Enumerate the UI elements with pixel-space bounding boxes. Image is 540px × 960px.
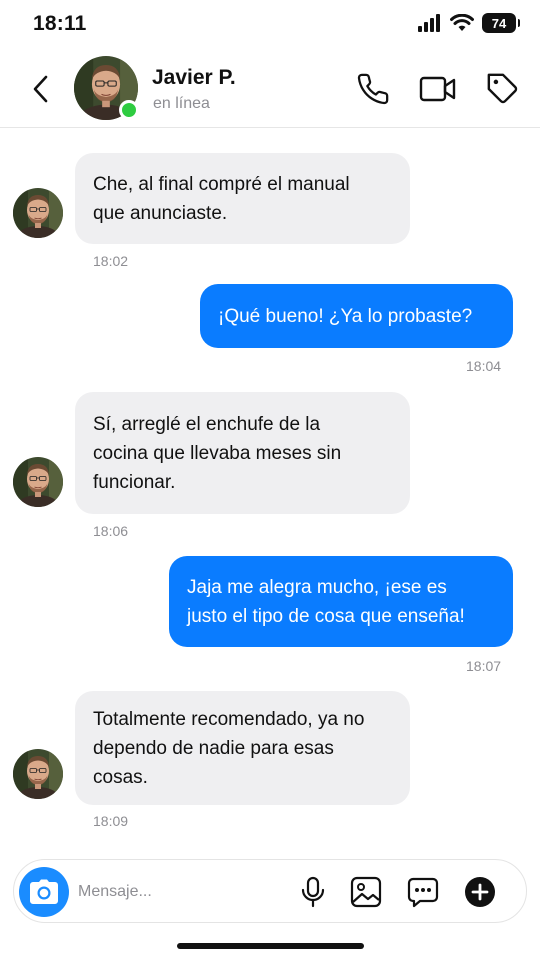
contact-name[interactable]: Javier P. bbox=[152, 66, 236, 90]
chat-bubble-icon bbox=[407, 877, 439, 908]
signal-icon bbox=[418, 14, 440, 32]
message-list[interactable]: Che, al final compré el manual que anunc… bbox=[0, 129, 540, 849]
camera-button[interactable] bbox=[19, 867, 69, 917]
more-options-button[interactable] bbox=[462, 874, 498, 910]
message-bubble-outgoing[interactable]: ¡Qué bueno! ¿Ya lo probaste? bbox=[200, 284, 513, 348]
message-text: ¡Qué bueno! ¿Ya lo probaste? bbox=[218, 305, 473, 327]
tag-button[interactable] bbox=[484, 70, 522, 108]
message-timestamp: 18:06 bbox=[93, 523, 129, 539]
message-bubble-incoming[interactable]: Sí, arreglé el enchufe de la cocina que … bbox=[75, 392, 410, 514]
battery-level: 74 bbox=[491, 15, 507, 31]
message-text: Totalmente recomendado, ya no dependo de… bbox=[93, 708, 365, 788]
gallery-button[interactable] bbox=[348, 874, 384, 910]
message-timestamp: 18:07 bbox=[466, 658, 502, 674]
camera-icon bbox=[30, 879, 58, 904]
online-indicator bbox=[119, 100, 139, 120]
phone-icon bbox=[357, 73, 389, 105]
status-bar: 18:11 74 bbox=[0, 0, 540, 50]
message-composer bbox=[13, 859, 527, 923]
message-text: Jaja me alegra mucho, ¡ese es justo el t… bbox=[187, 576, 465, 627]
message-bubble-outgoing[interactable]: Jaja me alegra mucho, ¡ese es justo el t… bbox=[169, 556, 513, 647]
voice-message-button[interactable] bbox=[295, 874, 331, 910]
message-bubble-incoming[interactable]: Che, al final compré el manual que anunc… bbox=[75, 153, 410, 244]
tag-icon bbox=[487, 73, 518, 104]
home-indicator[interactable] bbox=[177, 943, 364, 949]
message-avatar[interactable] bbox=[13, 188, 63, 238]
video-call-button[interactable] bbox=[419, 70, 457, 108]
message-timestamp: 18:09 bbox=[93, 813, 129, 829]
back-button[interactable] bbox=[24, 72, 56, 106]
message-timestamp: 18:04 bbox=[466, 358, 502, 374]
plus-circle-icon bbox=[465, 877, 495, 907]
message-avatar[interactable] bbox=[13, 749, 63, 799]
message-timestamp: 18:02 bbox=[93, 253, 129, 269]
message-input[interactable] bbox=[78, 880, 278, 904]
status-icons: 74 bbox=[418, 13, 520, 33]
voice-call-button[interactable] bbox=[354, 70, 392, 108]
microphone-icon bbox=[301, 876, 325, 908]
video-camera-icon bbox=[419, 76, 456, 102]
status-time: 18:11 bbox=[33, 12, 87, 35]
battery-icon: 74 bbox=[482, 13, 520, 33]
image-icon bbox=[350, 876, 382, 908]
message-bubble-incoming[interactable]: Totalmente recomendado, ya no dependo de… bbox=[75, 691, 410, 805]
message-text: Sí, arreglé el enchufe de la cocina que … bbox=[93, 413, 342, 493]
message-text: Che, al final compré el manual que anunc… bbox=[93, 173, 350, 224]
message-avatar[interactable] bbox=[13, 457, 63, 507]
chat-header: Javier P. en línea bbox=[0, 50, 540, 128]
wifi-icon bbox=[450, 14, 474, 31]
chevron-left-icon bbox=[33, 75, 48, 103]
contact-status: en línea bbox=[153, 95, 210, 112]
stickers-button[interactable] bbox=[405, 874, 441, 910]
